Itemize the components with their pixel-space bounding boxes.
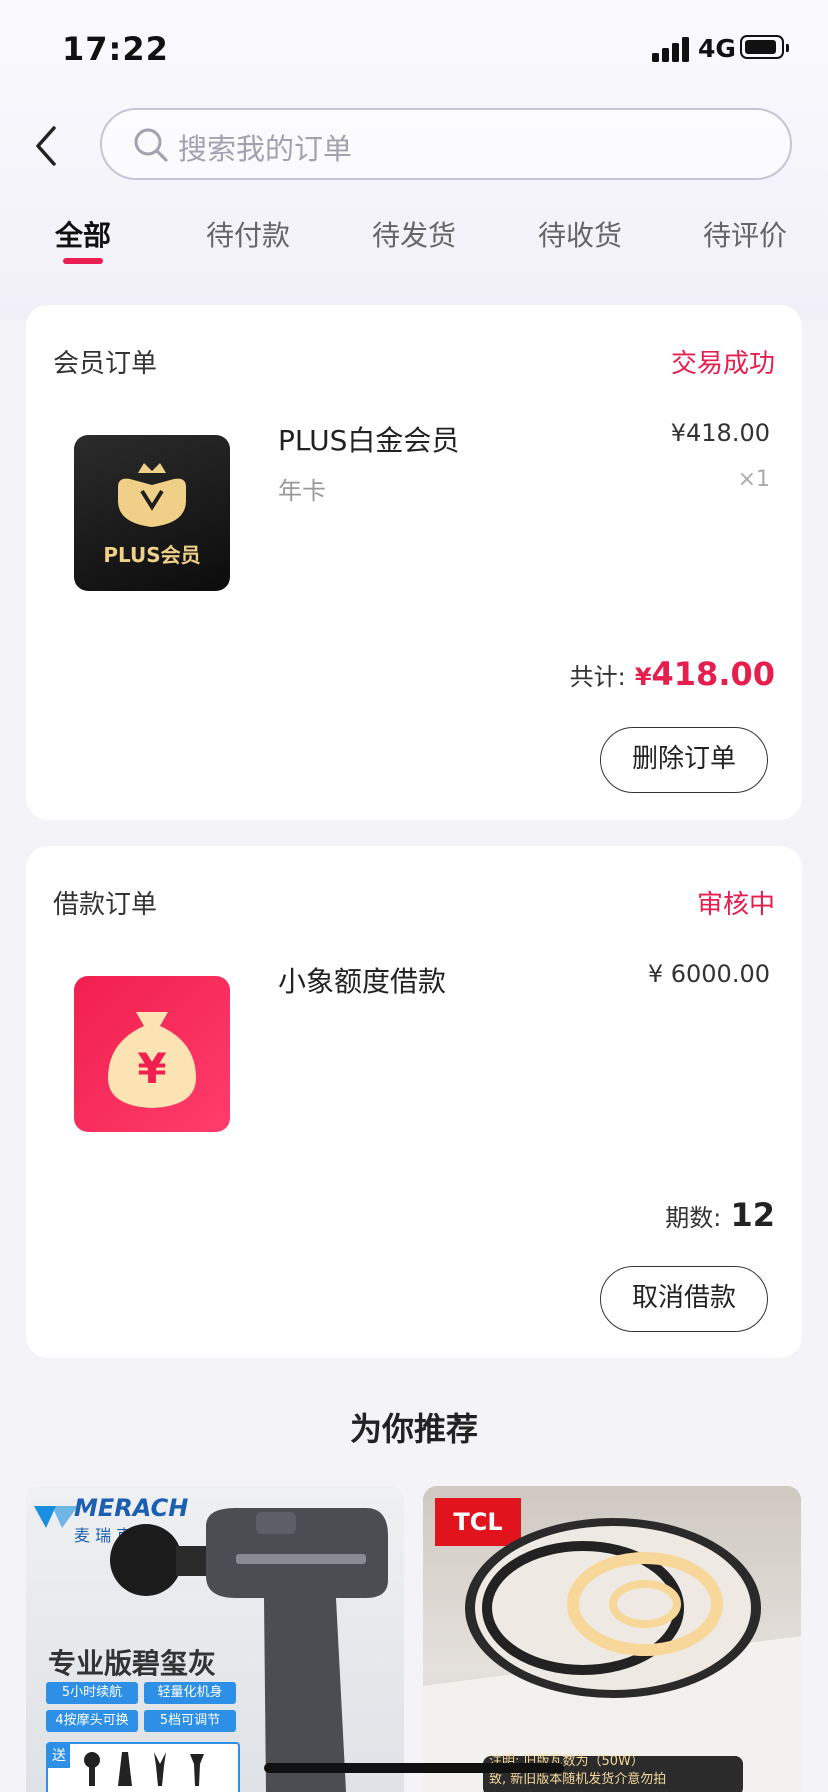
feature-tag: 5档可调节: [144, 1710, 236, 1732]
recommend-title: 为你推荐: [349, 1410, 478, 1448]
term-value: 12: [730, 1196, 775, 1234]
ceiling-light-image: [423, 1518, 801, 1792]
feature-tag: 轻量化机身: [144, 1682, 236, 1704]
thumb-label: PLUS会员: [103, 543, 201, 567]
delete-order-button[interactable]: 删除订单: [600, 727, 768, 793]
feature-tag: 5小时续航: [46, 1682, 138, 1704]
tab-pending-receipt[interactable]: 待收货: [538, 214, 622, 254]
order-status: 审核中: [696, 890, 775, 920]
term-label: 期数:: [665, 1204, 722, 1232]
order-total: 共计: ¥418.00: [570, 655, 775, 693]
recommend-product-massage-gun[interactable]: MERACH 麦 瑞 克 专业版碧玺灰 5小时续航 轻量化机身 4按摩头可换 5…: [26, 1486, 404, 1792]
back-button[interactable]: [30, 122, 66, 170]
tab-indicator: [63, 258, 103, 264]
crown-v-icon: [118, 463, 186, 527]
total-currency: ¥: [634, 663, 652, 691]
order-type: 会员订单: [53, 349, 158, 379]
tab-pending-payment[interactable]: 待付款: [206, 214, 290, 254]
order-card-loan[interactable]: 借款订单 审核中 ¥ 小象额度借款 ¥ 6000.00 期数: 12 取消借款: [26, 846, 802, 1358]
loan-term: 期数: 12: [665, 1196, 775, 1234]
tab-all[interactable]: 全部: [55, 214, 111, 254]
gift-label: 送: [48, 1744, 70, 1768]
total-label: 共计:: [569, 663, 626, 691]
order-type: 借款订单: [53, 890, 158, 920]
status-time: 17:22: [62, 30, 169, 68]
home-indicator: [264, 1763, 564, 1773]
signal-icon: [652, 36, 692, 62]
massage-heads-icon: [84, 1752, 204, 1786]
tab-pending-shipment[interactable]: 待发货: [372, 214, 456, 254]
product-quantity: ×1: [737, 467, 770, 492]
loan-amount: ¥ 6000.00: [647, 960, 770, 988]
chevron-left-icon: [36, 126, 56, 166]
search-input[interactable]: 搜索我的订单: [100, 108, 792, 180]
search-placeholder: 搜索我的订单: [178, 132, 353, 166]
total-amount: 418.00: [651, 655, 775, 693]
thumb-label: ¥: [137, 1044, 167, 1093]
order-card-membership[interactable]: 会员订单 交易成功 PLUS会员 PLUS白金会员 年卡 ¥418.00 ×1 …: [26, 305, 802, 820]
product-headline: 专业版碧玺灰: [48, 1647, 217, 1680]
gift-box: 送: [46, 1742, 240, 1792]
product-thumbnail[interactable]: ¥: [74, 976, 230, 1132]
network-label: 4G: [698, 34, 736, 63]
product-name: 小象额度借款: [278, 965, 447, 998]
status-bar: 17:22 4G: [0, 0, 828, 100]
battery-icon: [740, 35, 789, 59]
cancel-loan-button[interactable]: 取消借款: [600, 1266, 768, 1332]
search-icon: [134, 128, 168, 162]
order-status: 交易成功: [670, 349, 775, 379]
product-price: ¥418.00: [670, 419, 770, 447]
product-spec: 年卡: [278, 477, 326, 505]
product-thumbnail[interactable]: PLUS会员: [74, 435, 230, 591]
tab-pending-review[interactable]: 待评价: [703, 214, 787, 254]
recommend-product-ceiling-light[interactable]: TCL 注明: 旧版瓦数为（50W） 致, 新旧版本随机发货介意勿拍: [423, 1486, 801, 1792]
product-name: PLUS白金会员: [278, 424, 460, 457]
feature-tag: 4按摩头可换: [46, 1710, 138, 1732]
